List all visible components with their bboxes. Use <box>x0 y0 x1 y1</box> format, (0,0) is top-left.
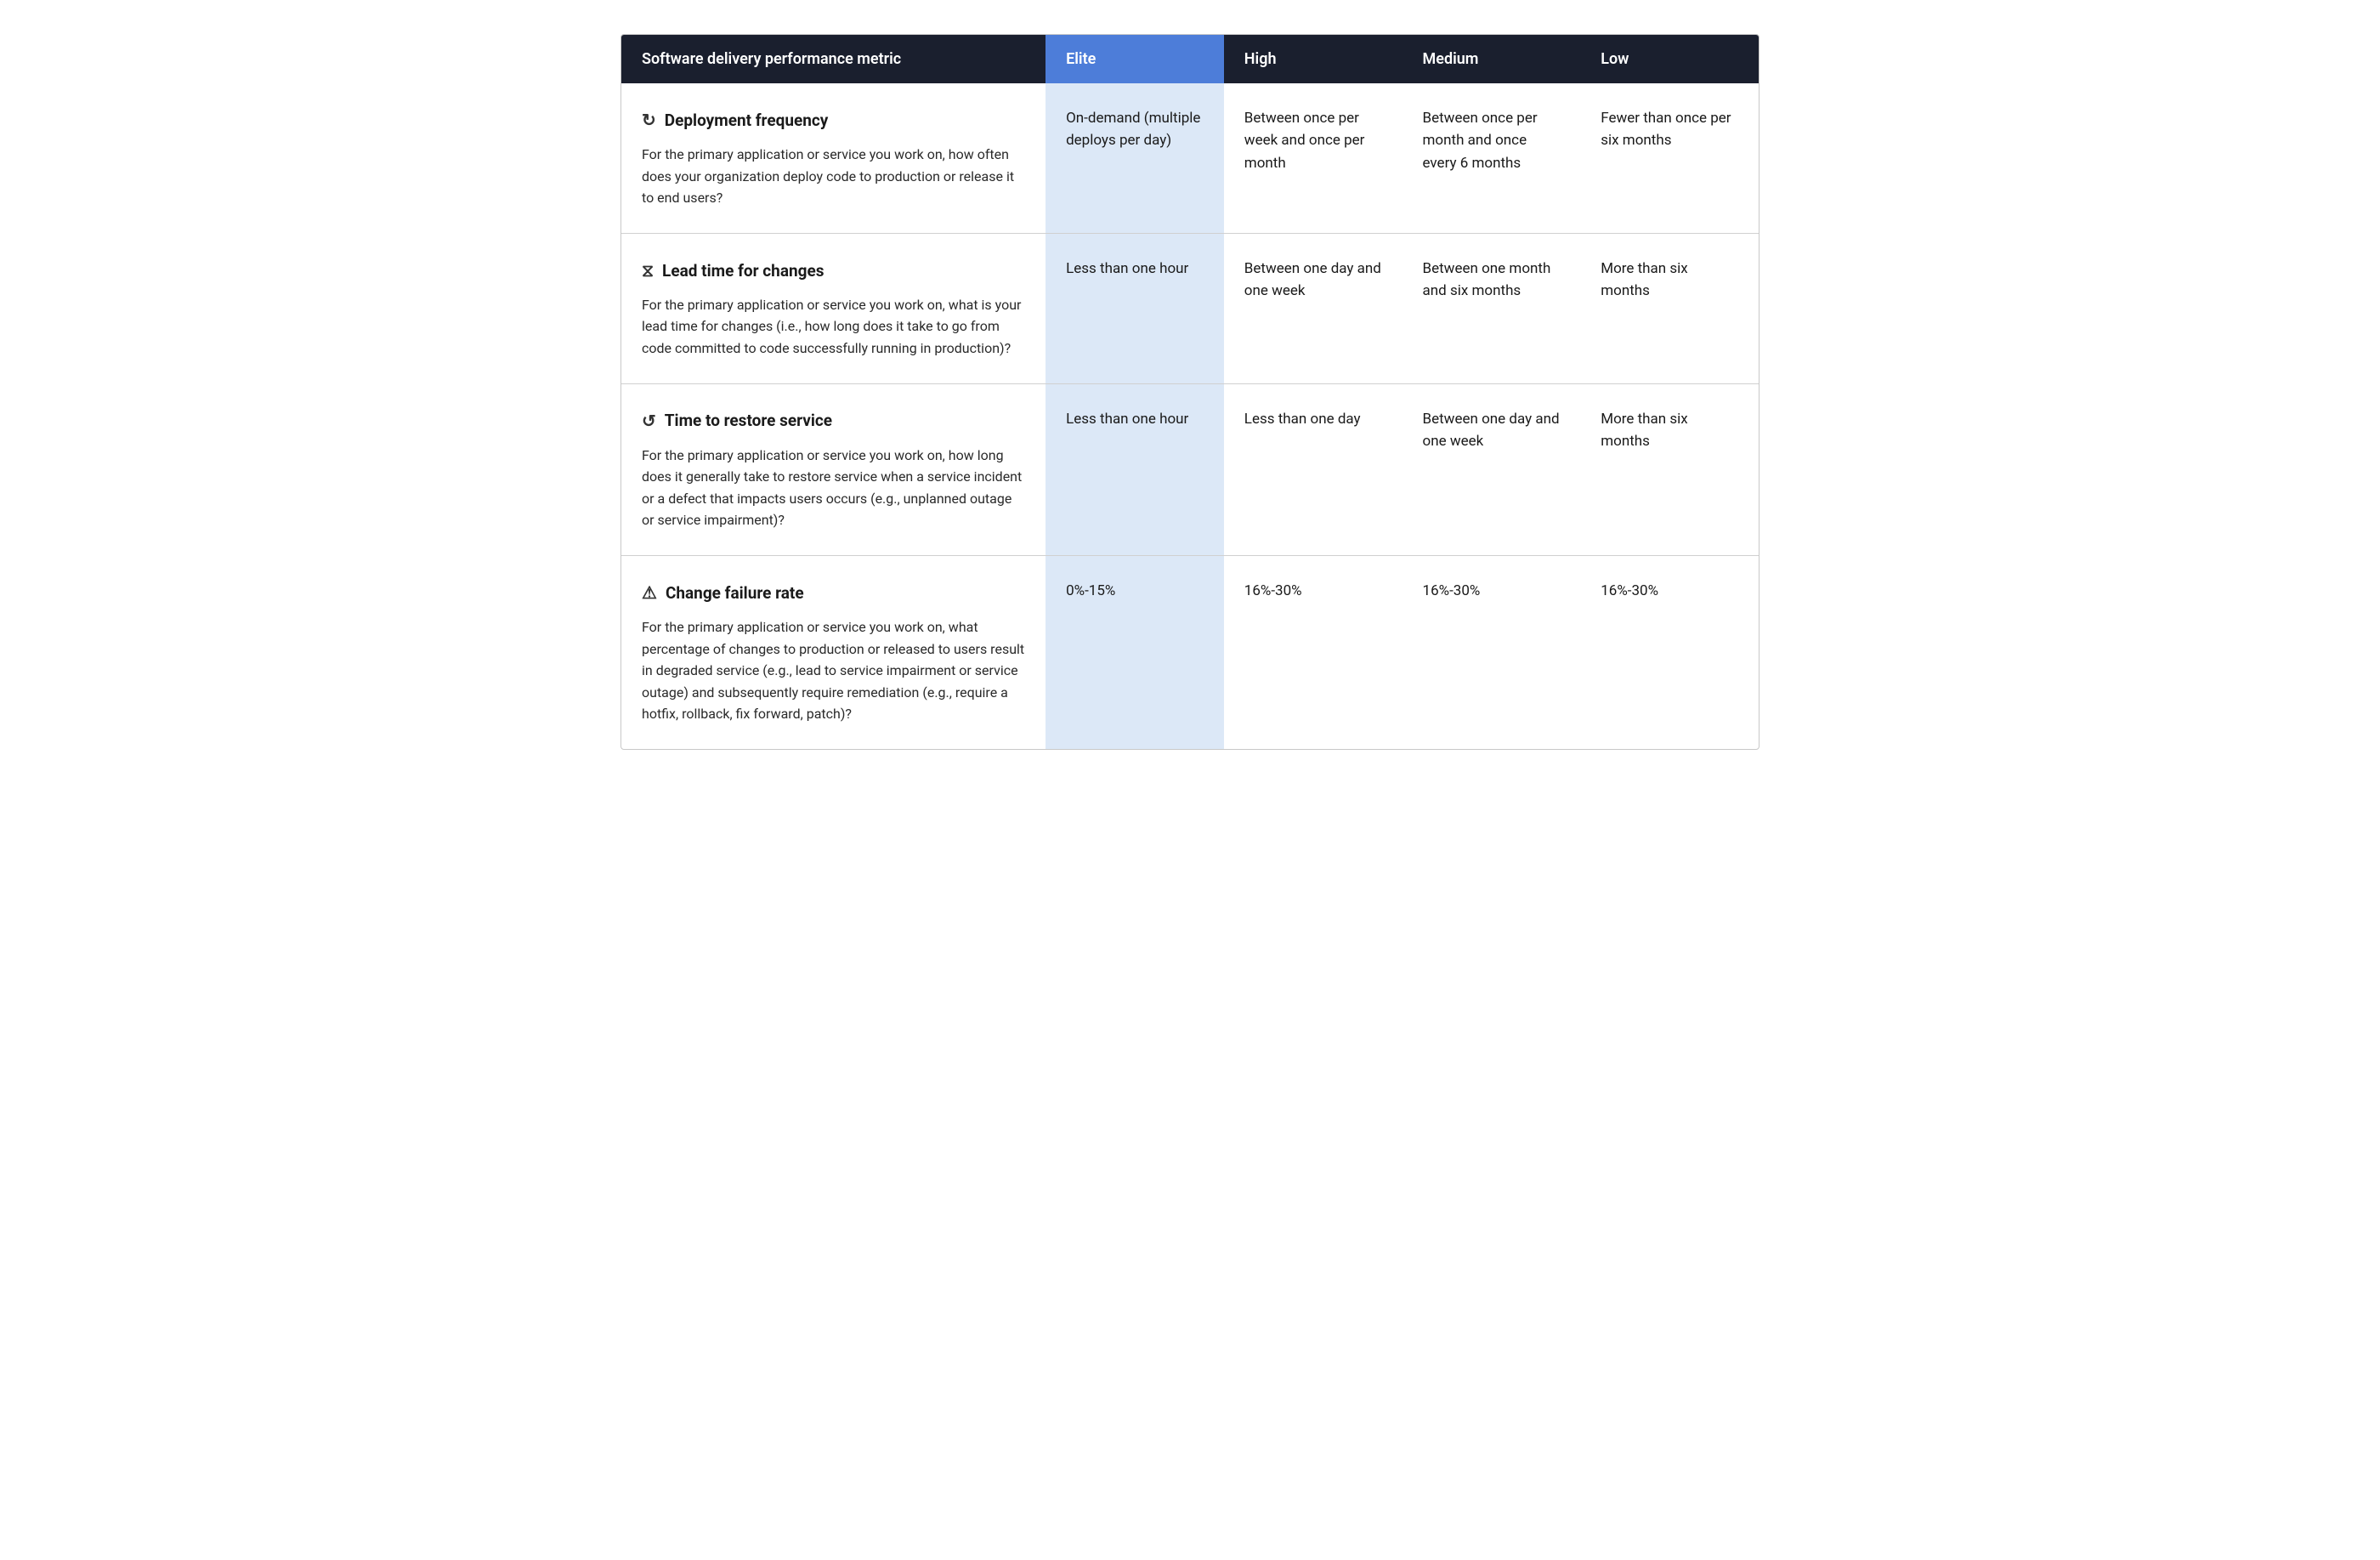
medium-val-change-failure-rate: 16%-30% <box>1402 555 1581 748</box>
high-val-deployment-frequency: Between once per week and once per month <box>1224 83 1402 233</box>
metric-cell-change-failure-rate: ⚠ Change failure rate For the primary ap… <box>621 555 1046 748</box>
metric-title-lead-time: ⧖ Lead time for changes <box>642 258 1025 284</box>
metric-desc-restore-service: For the primary application or service y… <box>642 445 1025 531</box>
low-val-restore-service: More than six months <box>1580 383 1759 555</box>
performance-table: Software delivery performance metric Eli… <box>620 34 1760 750</box>
table-row-deployment-frequency: ↻ Deployment frequency For the primary a… <box>621 83 1759 233</box>
header-low: Low <box>1580 35 1759 83</box>
header-high: High <box>1224 35 1402 83</box>
header-elite: Elite <box>1046 35 1224 83</box>
elite-val-change-failure-rate: 0%-15% <box>1046 555 1224 748</box>
metrics-table: Software delivery performance metric Eli… <box>621 35 1759 749</box>
metric-title-restore-service: ↺ Time to restore service <box>642 408 1025 434</box>
table-row-change-failure-rate: ⚠ Change failure rate For the primary ap… <box>621 555 1759 748</box>
table-row-restore-service: ↺ Time to restore service For the primar… <box>621 383 1759 555</box>
metric-cell-deployment-frequency: ↻ Deployment frequency For the primary a… <box>621 83 1046 233</box>
header-metric: Software delivery performance metric <box>621 35 1046 83</box>
table-header-row: Software delivery performance metric Eli… <box>621 35 1759 83</box>
elite-val-deployment-frequency: On-demand (multiple deploys per day) <box>1046 83 1224 233</box>
low-val-deployment-frequency: Fewer than once per six months <box>1580 83 1759 233</box>
metric-desc-change-failure-rate: For the primary application or service y… <box>642 616 1025 725</box>
metric-title-deployment-frequency: ↻ Deployment frequency <box>642 107 1025 133</box>
metric-cell-lead-time: ⧖ Lead time for changes For the primary … <box>621 233 1046 383</box>
high-val-change-failure-rate: 16%-30% <box>1224 555 1402 748</box>
metric-desc-lead-time: For the primary application or service y… <box>642 294 1025 360</box>
metric-name-lead-time: Lead time for changes <box>662 258 824 283</box>
low-val-change-failure-rate: 16%-30% <box>1580 555 1759 748</box>
metric-icon-deployment-frequency: ↻ <box>642 107 656 133</box>
elite-val-restore-service: Less than one hour <box>1046 383 1224 555</box>
medium-val-deployment-frequency: Between once per month and once every 6 … <box>1402 83 1581 233</box>
high-val-restore-service: Less than one day <box>1224 383 1402 555</box>
metric-icon-change-failure-rate: ⚠ <box>642 580 657 606</box>
metric-desc-deployment-frequency: For the primary application or service y… <box>642 144 1025 209</box>
metric-cell-restore-service: ↺ Time to restore service For the primar… <box>621 383 1046 555</box>
table-row-lead-time: ⧖ Lead time for changes For the primary … <box>621 233 1759 383</box>
elite-val-lead-time: Less than one hour <box>1046 233 1224 383</box>
metric-title-change-failure-rate: ⚠ Change failure rate <box>642 580 1025 606</box>
metric-icon-lead-time: ⧖ <box>642 258 654 284</box>
medium-val-restore-service: Between one day and one week <box>1402 383 1581 555</box>
metric-name-restore-service: Time to restore service <box>665 408 832 433</box>
metric-name-change-failure-rate: Change failure rate <box>666 581 804 605</box>
header-medium: Medium <box>1402 35 1581 83</box>
low-val-lead-time: More than six months <box>1580 233 1759 383</box>
metric-icon-restore-service: ↺ <box>642 408 656 434</box>
high-val-lead-time: Between one day and one week <box>1224 233 1402 383</box>
medium-val-lead-time: Between one month and six months <box>1402 233 1581 383</box>
metric-name-deployment-frequency: Deployment frequency <box>665 108 829 133</box>
